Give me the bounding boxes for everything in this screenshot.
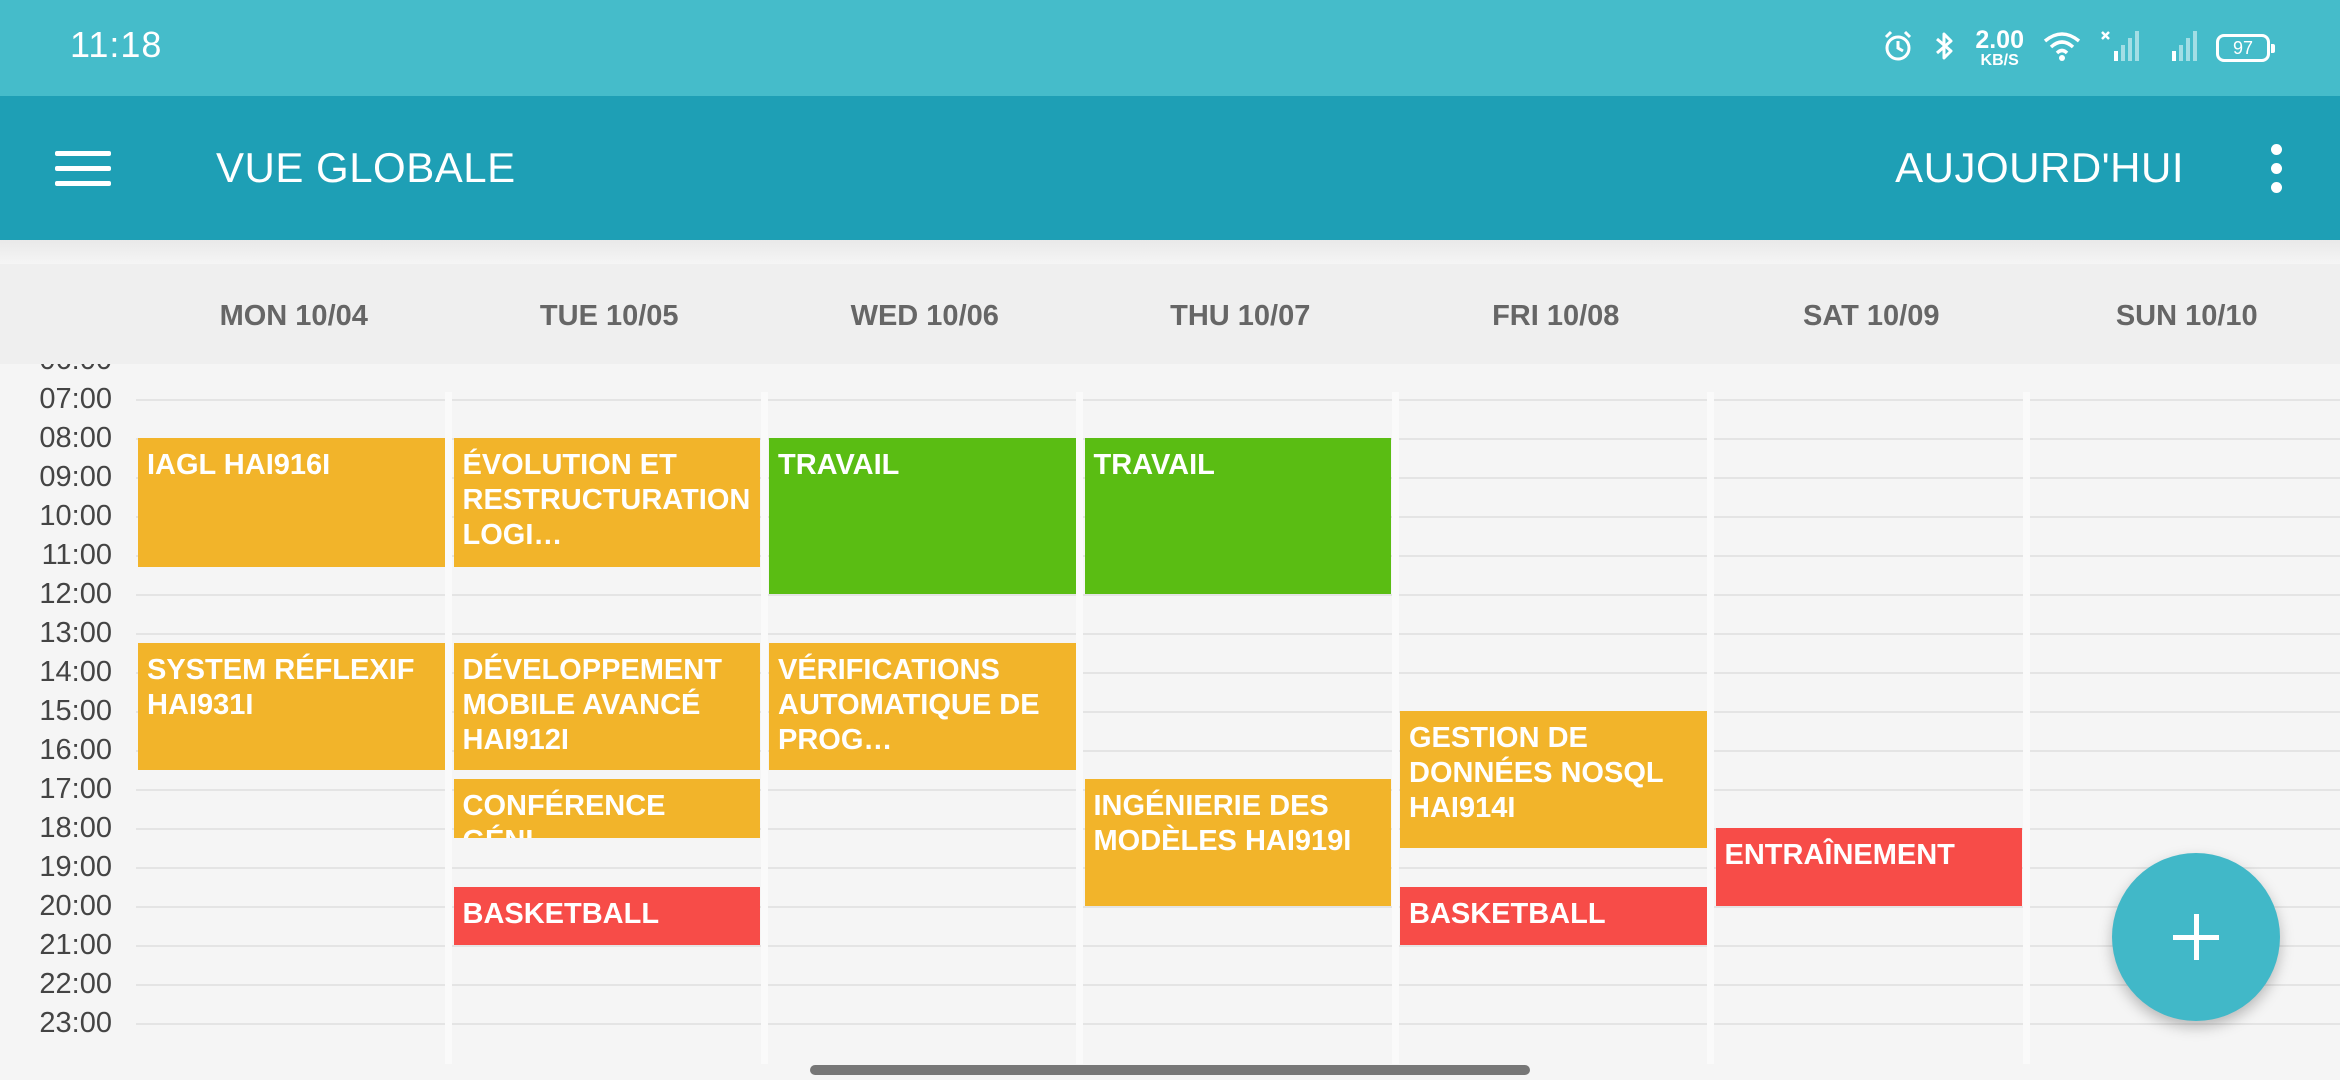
day-column-separator <box>1707 392 1714 1064</box>
calendar-event[interactable]: SYSTEM RÉFLEXIF HAI931I <box>138 642 445 770</box>
day-label: SAT 10/09 <box>1803 300 1940 332</box>
calendar-event[interactable]: TRAVAIL <box>1084 438 1391 594</box>
hour-label: 16:00 <box>39 734 112 766</box>
hour-gridline <box>136 984 2340 986</box>
hour-label: 09:00 <box>39 461 112 493</box>
signal-icon <box>2158 29 2198 68</box>
day-label: WED 10/06 <box>850 300 999 332</box>
day-label: FRI 10/08 <box>1492 300 1620 332</box>
alarm-icon <box>1881 29 1915 68</box>
calendar-event[interactable]: BASKETBALL <box>453 886 760 945</box>
day-column-separator <box>2022 392 2030 1064</box>
wifi-icon <box>2042 29 2082 68</box>
net-speed-value: 2.00 <box>1975 25 2024 54</box>
status-time: 11:18 <box>70 24 163 65</box>
week-day-header: MON 10/04 TUE 10/05 WED 10/06 THU 10/07 FRI … <box>0 264 2340 364</box>
calendar-event[interactable]: DÉVELOPPEMENT MOBILE AVANCÉ HAI912I <box>453 642 760 770</box>
calendar-event[interactable]: IAGL HAI916I <box>138 438 445 567</box>
status-icons: 2.00 KB/S 97 <box>1881 22 2275 74</box>
bluetooth-icon <box>1933 29 1957 68</box>
toolbar-shadow <box>0 240 2340 264</box>
calendar-event[interactable]: ENTRAÎNEMENT <box>1715 828 2022 906</box>
calendar-event[interactable]: BASKETBALL <box>1400 886 1707 945</box>
hour-gridline <box>136 1023 2340 1025</box>
status-bar: 11:18 2.00 KB/S 97 <box>0 0 2340 96</box>
signal-icon <box>2100 29 2140 68</box>
hour-label: 19:00 <box>39 851 112 883</box>
calendar-event[interactable]: ÉVOLUTION ET RESTRUCTURATION LOGI… <box>453 438 760 567</box>
page-title: VUE GLOBALE <box>216 144 516 191</box>
hamburger-menu-icon[interactable] <box>38 136 128 200</box>
today-button[interactable]: AUJOURD'HUI <box>1895 144 2184 192</box>
hour-label: 18:00 <box>39 812 112 844</box>
hour-label: 06:00 <box>0 364 112 377</box>
day-label: THU 10/07 <box>1170 300 1311 332</box>
calendar-event[interactable]: CONFÉRENCE GÉNI… <box>453 779 760 838</box>
hour-gridline <box>136 399 2340 401</box>
add-event-button[interactable] <box>2112 853 2280 1021</box>
day-label: TUE 10/05 <box>539 300 679 332</box>
hour-gridline <box>136 594 2340 596</box>
hour-gridline <box>136 945 2340 947</box>
more-vert-icon[interactable] <box>2248 140 2304 196</box>
hour-label: 17:00 <box>39 773 112 805</box>
home-indicator[interactable] <box>810 1065 1530 1075</box>
hour-label: 14:00 <box>39 656 112 688</box>
hour-label: 23:00 <box>39 1007 112 1039</box>
hour-label: 10:00 <box>39 500 112 532</box>
day-column-separator <box>760 392 768 1064</box>
hour-label: 22:00 <box>39 968 112 1000</box>
hour-label: 08:00 <box>39 422 112 454</box>
day-label: SUN 10/10 <box>2115 300 2258 332</box>
calendar-event[interactable]: INGÉNIERIE DES MODÈLES HAI919I <box>1084 779 1391 906</box>
net-speed-unit: KB/S <box>1980 51 2019 69</box>
hour-label: 12:00 <box>39 578 112 610</box>
hour-label: 11:00 <box>41 539 112 571</box>
calendar-event[interactable]: VÉRIFICATIONS AUTOMATIQUE DE PROG… <box>769 642 1076 770</box>
day-label: MON 10/04 <box>219 300 368 332</box>
hour-label: 07:00 <box>39 383 112 415</box>
day-column-separator <box>1391 392 1399 1064</box>
app-toolbar: VUE GLOBALE AUJOURD'HUI <box>0 96 2340 240</box>
day-column-separator <box>1076 392 1083 1064</box>
hour-label: 20:00 <box>39 890 112 922</box>
week-calendar-grid[interactable]: 06:00 07:00 08:00 09:00 10:00 11:00 12:00 13:00… <box>0 364 2340 1064</box>
plus-icon <box>2173 914 2219 960</box>
hour-label: 15:00 <box>39 695 112 727</box>
hour-label: 13:00 <box>39 617 112 649</box>
net-speed: 2.00 KB/S <box>1975 25 2024 69</box>
calendar-event[interactable]: GESTION DE DONNÉES NOSQL HAI914I <box>1400 711 1707 848</box>
hour-label: 21:00 <box>39 929 112 961</box>
hour-gridline <box>136 633 2340 635</box>
calendar-event[interactable]: TRAVAIL <box>769 438 1076 594</box>
day-column-separator <box>445 392 452 1064</box>
battery-icon: 97 <box>2216 34 2275 62</box>
